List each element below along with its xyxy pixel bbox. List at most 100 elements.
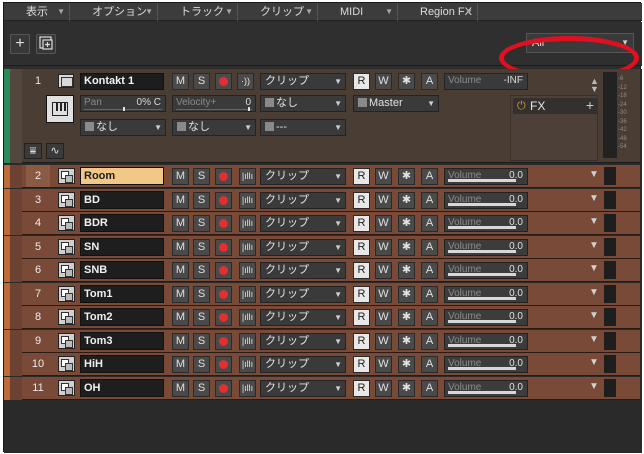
add-track-button[interactable]: + [10, 34, 30, 54]
audio-track[interactable]: 7 Tom1 M S |ıllı クリップ ▼ R W ✱ A Volume 0.0 ▼ [4, 282, 640, 306]
waveform-icon[interactable]: |ıllı [239, 191, 256, 209]
audio-track-icon[interactable] [58, 309, 75, 325]
record-arm-button[interactable] [215, 168, 232, 185]
automation-button[interactable]: A [421, 332, 438, 350]
volume-slider[interactable]: Volume 0.0 [444, 262, 528, 279]
instrument-plugin-button[interactable] [46, 95, 74, 123]
audio-track[interactable]: 2 Room M S |ıllı クリップ ▼ R W ✱ A Volume 0.0 ▼ [4, 165, 640, 188]
waveform-icon[interactable]: |ıllı [239, 215, 256, 232]
solo-button[interactable]: S [193, 309, 210, 326]
audio-track[interactable]: 6 SNB M S |ıllı クリップ ▼ R W ✱ A Volume 0.0 ▼ [4, 259, 640, 282]
audio-track-icon[interactable] [58, 168, 75, 184]
expand-track-icon[interactable]: ▼ [589, 310, 599, 321]
automation-button[interactable]: A [421, 73, 438, 90]
power-icon[interactable]: ⏻ [517, 98, 526, 114]
read-automation-button[interactable]: R [353, 332, 370, 350]
automation-button[interactable]: A [421, 379, 438, 397]
volume-slider[interactable]: Volume 0.0 [444, 215, 528, 232]
expand-track-icon[interactable]: ▼ [589, 240, 599, 251]
mute-button[interactable]: M [172, 215, 189, 232]
clip-mode-dropdown[interactable]: クリップ ▼ [260, 285, 346, 303]
track-name[interactable]: OH [80, 378, 164, 397]
automation-button[interactable]: A [421, 191, 438, 209]
track-name[interactable]: Tom2 [80, 308, 164, 326]
mute-button[interactable]: M [172, 285, 189, 303]
waveform-icon[interactable]: |ıllı [239, 379, 256, 397]
mute-button[interactable]: M [172, 309, 189, 326]
menu-item-3[interactable]: クリップ ▼ [238, 3, 318, 21]
mute-button[interactable]: M [172, 262, 189, 279]
mute-button[interactable]: M [172, 168, 189, 185]
track-name[interactable]: BDR [80, 214, 164, 232]
waveform-icon[interactable]: |ıllı [239, 332, 256, 350]
automation-button[interactable]: A [421, 356, 438, 373]
record-arm-button[interactable] [215, 262, 232, 279]
clip-mode-dropdown[interactable]: クリップ ▼ [260, 168, 346, 185]
fx-bin[interactable]: ⏻ FX + [510, 95, 598, 161]
expand-track-icon[interactable]: ▼ [589, 216, 599, 227]
audio-track[interactable]: 8 Tom2 M S |ıllı クリップ ▼ R W ✱ A Volume 0.0 ▼ [4, 306, 640, 329]
menu-item-5[interactable]: Region FX ▼ [398, 3, 478, 21]
track-name[interactable]: BD [80, 190, 164, 209]
input-dropdown[interactable]: なし ▼ [260, 95, 346, 112]
waveform-icon[interactable]: |ıllı [239, 309, 256, 326]
menu-item-4[interactable]: MIDI ▼ [318, 3, 398, 21]
mute-button[interactable]: M [172, 356, 189, 373]
bank-dropdown[interactable]: なし ▼ [172, 119, 256, 136]
read-automation-button[interactable]: R [353, 285, 370, 303]
write-automation-button[interactable]: W [375, 309, 392, 326]
write-automation-button[interactable]: W [375, 356, 392, 373]
mute-button[interactable]: M [172, 238, 189, 256]
solo-button[interactable]: S [193, 356, 210, 373]
clip-mode-dropdown[interactable]: クリップ ▼ [260, 238, 346, 256]
read-automation-button[interactable]: R [353, 379, 370, 397]
audio-track-icon[interactable] [58, 238, 75, 255]
record-arm-button[interactable] [215, 309, 232, 326]
collapse-track-icon[interactable]: ▲ ▼ [590, 77, 599, 94]
audio-track[interactable]: 9 Tom3 M S |ıllı クリップ ▼ R W ✱ A Volume 0.0 ▼ [4, 329, 640, 353]
audio-track[interactable]: 5 SN M S |ıllı クリップ ▼ R W ✱ A Volume 0.0 ▼ [4, 235, 640, 259]
record-arm-button[interactable] [215, 191, 232, 209]
aux-icon[interactable]: ✱ [398, 379, 415, 397]
solo-button[interactable]: S [193, 191, 210, 209]
solo-button[interactable]: S [193, 262, 210, 279]
menu-item-0[interactable]: 表示 ▼ [4, 3, 70, 21]
record-arm-button[interactable] [215, 379, 232, 397]
write-automation-button[interactable]: W [375, 168, 392, 185]
clip-mode-dropdown[interactable]: クリップ ▼ [260, 332, 346, 350]
fx-header[interactable]: ⏻ FX + [513, 97, 597, 114]
record-arm-button[interactable] [215, 356, 232, 373]
aux-icon[interactable]: ✱ [398, 238, 415, 256]
volume-slider[interactable]: Volume 0.0 [444, 356, 528, 373]
write-automation-button[interactable]: W [375, 262, 392, 279]
automation-button[interactable]: A [421, 262, 438, 279]
aux-icon[interactable]: ✱ [398, 262, 415, 279]
duplicate-track-button[interactable] [36, 34, 56, 54]
menu-item-1[interactable]: オプション ▼ [70, 3, 158, 21]
expand-track-icon[interactable]: ▼ [589, 169, 599, 180]
patch-dropdown[interactable]: --- ▼ [260, 119, 346, 136]
expand-track-icon[interactable]: ▼ [589, 193, 599, 204]
clip-mode-dropdown[interactable]: クリップ ▼ [260, 309, 346, 326]
waveform-icon[interactable]: |ıllı [239, 356, 256, 373]
read-automation-button[interactable]: R [353, 356, 370, 373]
expand-track-icon[interactable]: ▼ [589, 334, 599, 345]
volume-slider[interactable]: Volume 0.0 [444, 309, 528, 326]
write-automation-button[interactable]: W [375, 73, 392, 90]
mute-button[interactable]: M [172, 379, 189, 397]
input-echo-icon[interactable]: ·)) [237, 73, 254, 90]
volume-slider[interactable]: Volume 0.0 [444, 238, 528, 256]
audio-track-icon[interactable] [58, 191, 75, 208]
aux-icon[interactable]: ✱ [398, 356, 415, 373]
solo-button[interactable]: S [193, 168, 210, 185]
track-name[interactable]: Tom3 [80, 331, 164, 350]
record-arm-button[interactable] [215, 285, 232, 303]
mute-button[interactable]: M [172, 191, 189, 209]
channel-dropdown[interactable]: なし ▼ [80, 119, 166, 136]
mute-button[interactable]: M [172, 73, 189, 90]
audio-track-icon[interactable] [58, 285, 75, 302]
mute-button[interactable]: M [172, 332, 189, 350]
track-name[interactable]: Tom1 [80, 284, 164, 303]
aux-icon[interactable]: ✱ [398, 215, 415, 232]
aux-icon[interactable]: ✱ [398, 332, 415, 350]
